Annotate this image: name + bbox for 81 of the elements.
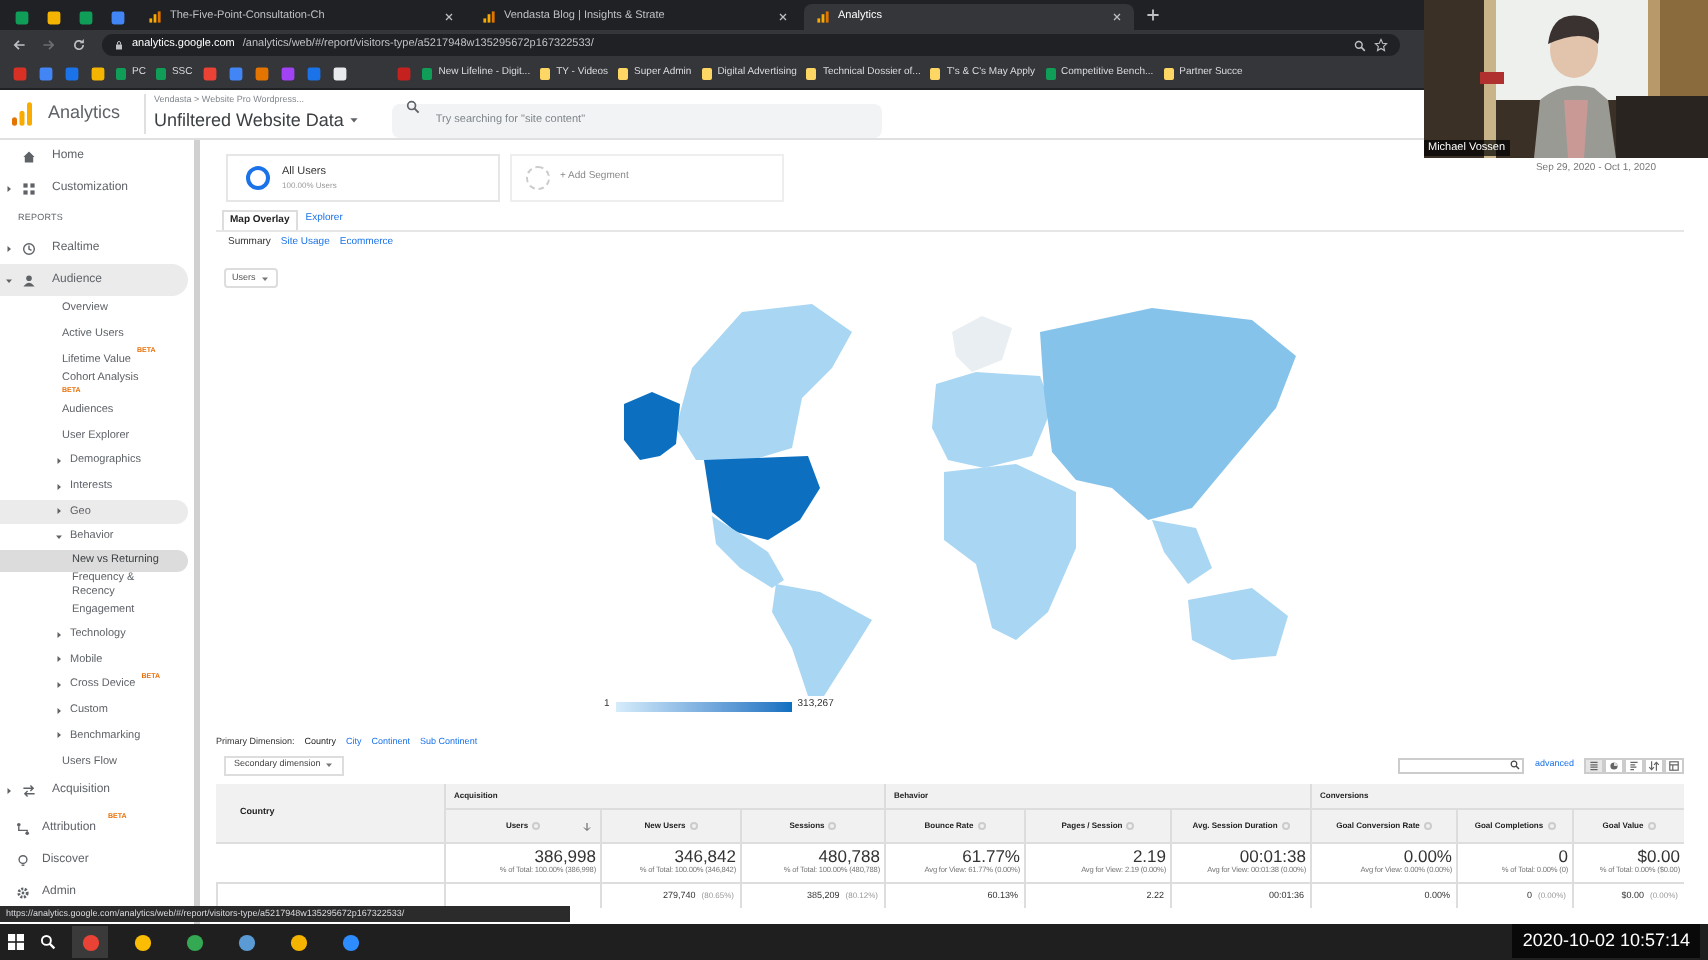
total-value: 0	[1558, 848, 1568, 867]
expand-caret-icon[interactable]	[54, 481, 64, 492]
help-icon	[828, 822, 837, 830]
tab-close-icon[interactable]	[444, 12, 454, 22]
help-icon	[1647, 822, 1656, 830]
expand-caret-icon[interactable]	[4, 243, 14, 253]
help-icon	[977, 822, 986, 830]
expand-caret-icon[interactable]	[54, 705, 64, 716]
view-icon	[1588, 759, 1600, 771]
table-view-button[interactable]	[1624, 757, 1644, 773]
help-icon	[689, 822, 698, 830]
nav-icon	[22, 181, 36, 195]
table-view-button[interactable]	[1604, 757, 1624, 773]
view-icon	[1668, 759, 1680, 771]
empty-segment-icon	[526, 166, 550, 190]
total-value: 346,842	[674, 848, 736, 867]
expand-caret-icon[interactable]	[54, 654, 64, 665]
expand-caret-icon[interactable]	[4, 785, 14, 795]
nav-icon	[22, 273, 36, 287]
app-icon	[81, 933, 99, 951]
help-icon	[1547, 822, 1556, 830]
app-icon	[185, 933, 203, 951]
tab-close-icon[interactable]	[1112, 12, 1122, 22]
zoom-icon[interactable]	[1354, 39, 1366, 51]
app-icon	[289, 933, 307, 951]
expand-caret-icon[interactable]	[54, 455, 64, 466]
collapse-caret-icon[interactable]	[54, 532, 64, 543]
table-view-button[interactable]	[1644, 757, 1664, 773]
nav-icon	[16, 885, 30, 899]
view-icon	[1628, 759, 1640, 771]
nav-icon	[22, 149, 36, 163]
total-value: 0.00%	[1403, 848, 1452, 867]
caret-icon	[259, 273, 270, 283]
total-value: 2.19	[1132, 848, 1166, 867]
table-search-field[interactable]	[1398, 757, 1525, 773]
table-view-button[interactable]	[1664, 757, 1684, 773]
reload-icon[interactable]	[72, 38, 86, 52]
search-icon	[405, 100, 420, 114]
expand-caret-icon[interactable]	[54, 730, 64, 741]
nav-icon	[22, 241, 36, 255]
lock-icon	[114, 40, 124, 50]
total-value: 386,998	[534, 848, 596, 867]
view-icon	[1648, 759, 1660, 771]
expand-caret-icon[interactable]	[54, 506, 64, 517]
app-icon	[133, 933, 151, 951]
nav-icon	[22, 783, 36, 797]
tab-favicon-icon	[482, 10, 496, 24]
help-icon	[1126, 822, 1135, 830]
tab-favicon-icon	[148, 10, 162, 24]
total-value: 480,788	[818, 848, 880, 867]
tab-close-icon[interactable]	[778, 12, 788, 22]
expand-caret-icon[interactable]	[54, 629, 64, 640]
recording-timestamp: 2020-10-02 10:57:14	[1512, 924, 1700, 958]
total-value: 61.77%	[962, 848, 1020, 867]
view-selector[interactable]: Unfiltered Website Data	[154, 107, 360, 135]
caret-icon	[347, 114, 360, 127]
app-icon	[341, 933, 359, 951]
collapse-caret-icon[interactable]	[4, 275, 14, 285]
bookmark-star-icon[interactable]	[1374, 38, 1388, 52]
help-icon	[532, 822, 541, 830]
back-icon[interactable]	[12, 38, 26, 52]
help-icon	[1281, 822, 1290, 830]
nav-icon	[16, 821, 30, 835]
search-icon[interactable]	[1510, 760, 1521, 770]
analytics-logo-icon	[12, 102, 32, 126]
view-icon	[1608, 759, 1620, 771]
table-view-button[interactable]	[1584, 757, 1604, 773]
search-icon[interactable]	[40, 934, 56, 950]
help-icon	[1423, 822, 1432, 830]
caret-icon	[324, 760, 335, 770]
total-value: $0.00	[1637, 848, 1680, 867]
tab-favicon-icon	[816, 10, 830, 24]
segment-ring-icon	[246, 166, 270, 190]
app-icon	[237, 933, 255, 951]
total-value: 00:01:38	[1239, 848, 1306, 867]
product-name: Analytics	[48, 100, 121, 127]
start-icon[interactable]	[8, 934, 24, 950]
new-tab-icon[interactable]	[1146, 8, 1160, 22]
nav-icon	[16, 853, 30, 867]
expand-caret-icon[interactable]	[54, 680, 64, 691]
expand-caret-icon[interactable]	[4, 183, 14, 193]
